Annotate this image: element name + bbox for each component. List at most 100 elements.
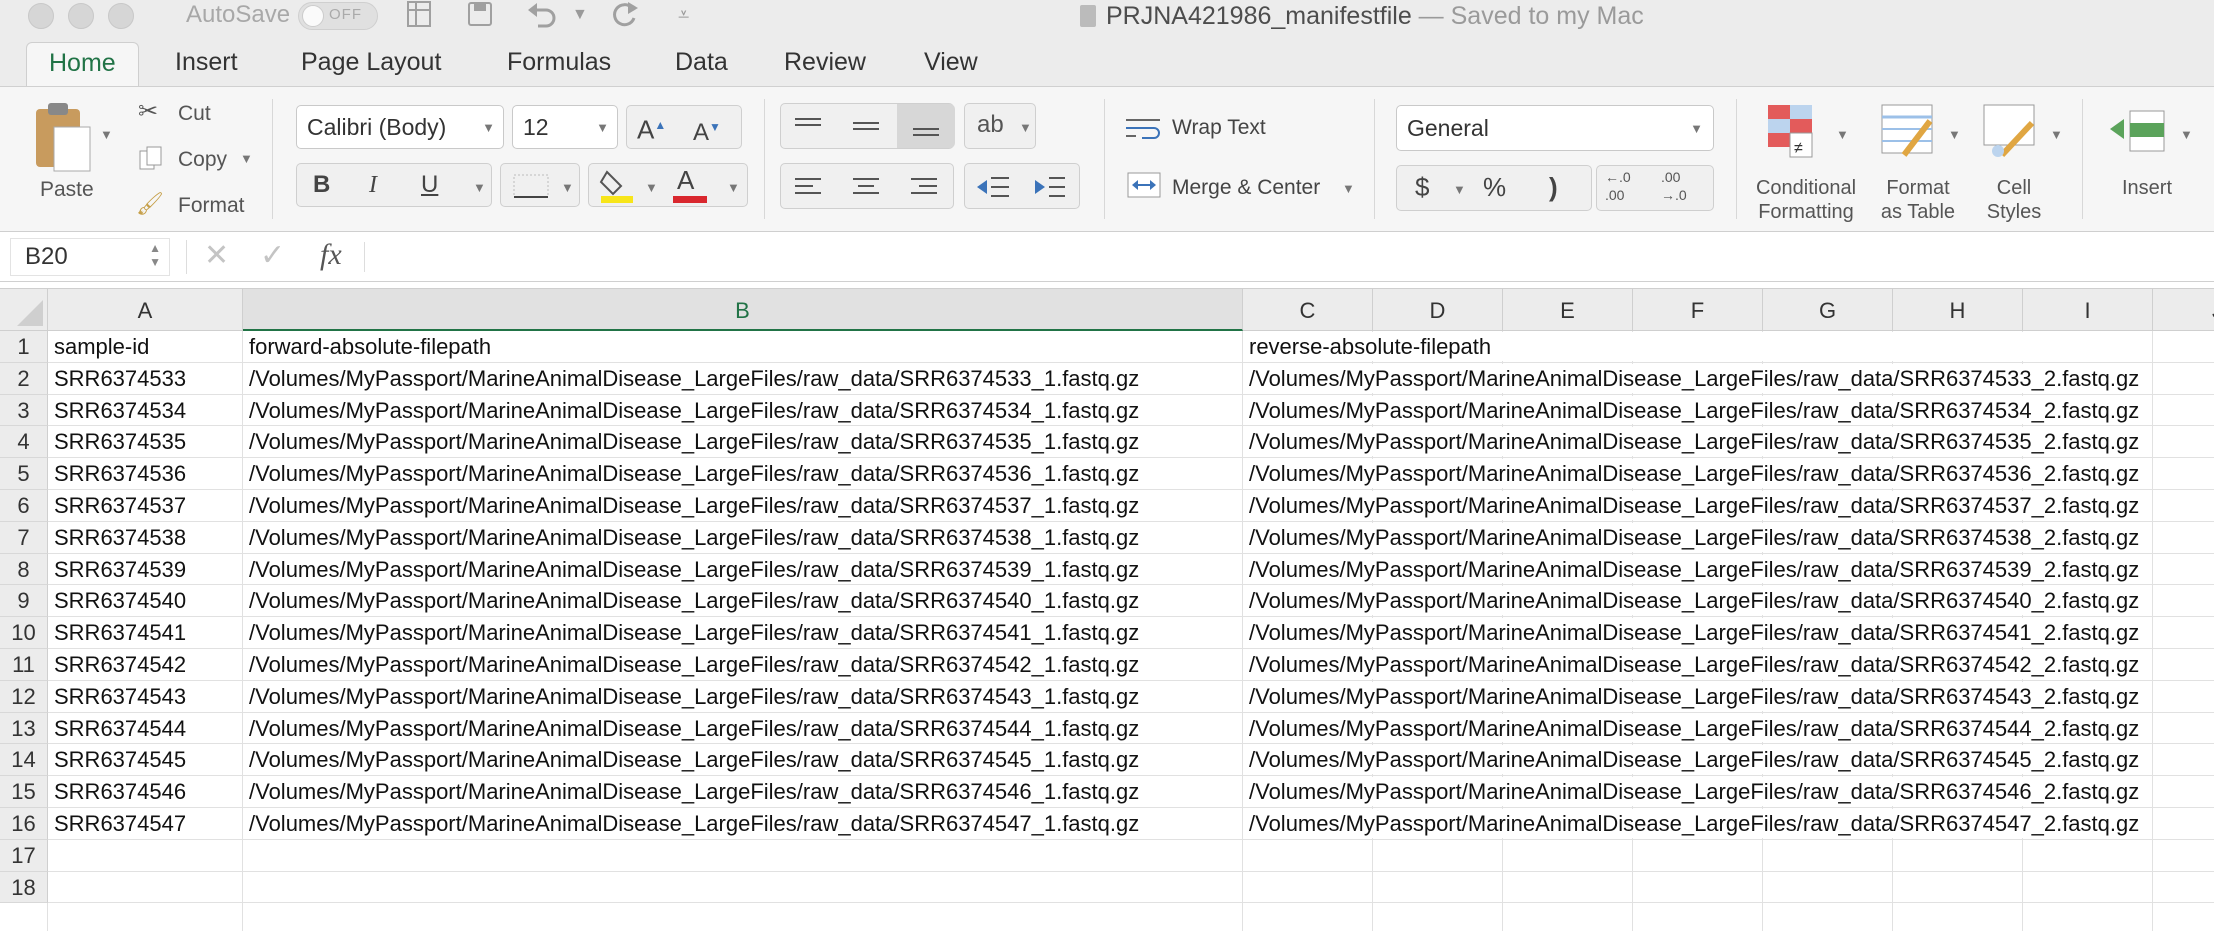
decrease-font-size-button[interactable]: A▼ [693,114,721,146]
tab-view[interactable]: View [924,44,978,80]
borders-button[interactable]: ▼ [500,163,580,207]
format-as-table-icon[interactable] [1880,103,1938,163]
row-header-8[interactable]: 8 [0,553,48,586]
cell-b10[interactable]: /Volumes/MyPassport/MarineAnimalDisease_… [243,617,1139,648]
column-header-i[interactable]: I [2023,289,2153,331]
cell-c2[interactable]: /Volumes/MyPassport/MarineAnimalDisease_… [1243,363,2139,394]
tab-insert[interactable]: Insert [175,44,238,80]
cell-b5[interactable]: /Volumes/MyPassport/MarineAnimalDisease_… [243,458,1139,489]
sheet-icon[interactable] [404,0,434,36]
cell-a2[interactable]: SRR6374533 [48,363,186,394]
tab-formulas[interactable]: Formulas [507,44,611,80]
cut-button[interactable]: Cut [178,101,211,127]
paste-button[interactable]: Paste [40,177,94,203]
cell-styles-label-1[interactable]: Cell [1982,175,2046,201]
cancel-edit-icon[interactable]: ✕ [204,238,229,274]
cell-a16[interactable]: SRR6374547 [48,808,186,839]
cell-c8[interactable]: /Volumes/MyPassport/MarineAnimalDisease_… [1243,554,2139,585]
comma-style-button[interactable]: ) [1549,174,1558,200]
row-header-18[interactable]: 18 [0,871,48,904]
cell-a14[interactable]: SRR6374545 [48,744,186,775]
cell-b14[interactable]: /Volumes/MyPassport/MarineAnimalDisease_… [243,744,1139,775]
cell-b6[interactable]: /Volumes/MyPassport/MarineAnimalDisease_… [243,490,1139,521]
row-header-5[interactable]: 5 [0,458,48,490]
cell-b16[interactable]: /Volumes/MyPassport/MarineAnimalDisease_… [243,808,1139,839]
underline-button[interactable]: U [421,172,438,198]
row-header-11[interactable]: 11 [0,649,48,681]
customize-toolbar-icon[interactable]: ⩡ [678,0,689,30]
row-header-16[interactable]: 16 [0,808,48,840]
row-header-2[interactable]: 2 [0,362,48,395]
cell-b7[interactable]: /Volumes/MyPassport/MarineAnimalDisease_… [243,522,1139,553]
insert-function-button[interactable]: fx [320,236,342,274]
cell-a6[interactable]: SRR6374537 [48,490,186,521]
cell-c6[interactable]: /Volumes/MyPassport/MarineAnimalDisease_… [1243,490,2139,521]
cell-b1[interactable]: forward-absolute-filepath [243,331,491,362]
cell-b12[interactable]: /Volumes/MyPassport/MarineAnimalDisease_… [243,681,1139,712]
paste-dropdown-icon[interactable]: ▼ [100,127,113,142]
column-header-h[interactable]: H [1893,289,2023,331]
copy-button[interactable]: Copy [178,147,227,173]
cell-c16[interactable]: /Volumes/MyPassport/MarineAnimalDisease_… [1243,808,2139,839]
copy-dropdown-icon[interactable]: ▼ [240,151,253,166]
italic-button[interactable]: I [369,172,377,198]
cell-styles-dropdown-icon[interactable]: ▼ [2050,127,2063,142]
cut-icon[interactable]: ✂ [138,99,158,125]
zoom-window-button[interactable] [108,3,134,29]
row-header-15[interactable]: 15 [0,776,48,808]
font-color-icon[interactable]: A [677,166,694,194]
format-painter-button[interactable]: Format [178,193,245,219]
cell-c1[interactable]: reverse-absolute-filepath [1243,331,1491,362]
align-bottom-button[interactable] [897,104,955,148]
conditional-formatting-label-2[interactable]: Formatting [1748,199,1864,225]
minimize-window-button[interactable] [68,3,94,29]
cell-a1[interactable]: sample-id [48,331,149,362]
cell-c4[interactable]: /Volumes/MyPassport/MarineAnimalDisease_… [1243,426,2139,457]
row-header-10[interactable]: 10 [0,617,48,649]
align-left-icon[interactable] [793,176,823,198]
conditional-formatting-icon[interactable]: ≠ [1766,103,1822,163]
font-name-dropdown[interactable]: Calibri (Body) ▼ [296,105,504,149]
undo-icon[interactable] [526,0,560,36]
row-header-1[interactable]: 1 [0,331,48,363]
row-header-13[interactable]: 13 [0,712,48,745]
cell-a8[interactable]: SRR6374539 [48,554,186,585]
cell-b3[interactable]: /Volumes/MyPassport/MarineAnimalDisease_… [243,395,1139,426]
copy-icon[interactable] [138,145,164,178]
row-header-4[interactable]: 4 [0,426,48,459]
row-header-12[interactable]: 12 [0,680,48,713]
cell-c11[interactable]: /Volumes/MyPassport/MarineAnimalDisease_… [1243,649,2139,680]
format-painter-icon[interactable]: 🖌 [136,191,164,217]
cell-b13[interactable]: /Volumes/MyPassport/MarineAnimalDisease_… [243,713,1139,744]
underline-dropdown-icon[interactable]: ▼ [473,180,486,195]
row-header-9[interactable]: 9 [0,585,48,618]
cell-a15[interactable]: SRR6374546 [48,776,186,807]
column-header-b[interactable]: B [243,289,1243,331]
insert-dropdown-icon[interactable]: ▼ [2180,127,2193,142]
select-all-button[interactable] [0,289,48,331]
insert-cells-button[interactable]: Insert [2122,175,2172,201]
cell-a12[interactable]: SRR6374543 [48,681,186,712]
font-color-dropdown-icon[interactable]: ▼ [727,180,740,195]
currency-dropdown-icon[interactable]: ▼ [1453,182,1466,197]
fill-color-icon[interactable] [599,168,635,209]
name-box-stepper-icon[interactable]: ▲ ▼ [149,241,161,269]
decrease-indent-icon[interactable] [975,174,1011,200]
wrap-text-icon[interactable] [1124,115,1164,141]
cell-a13[interactable]: SRR6374544 [48,713,186,744]
decrease-decimal-button[interactable]: .00 →.0 [1661,168,1687,204]
cell-b2[interactable]: /Volumes/MyPassport/MarineAnimalDisease_… [243,363,1139,394]
cell-c9[interactable]: /Volumes/MyPassport/MarineAnimalDisease_… [1243,585,2139,616]
cell-a10[interactable]: SRR6374541 [48,617,186,648]
align-top-icon[interactable] [793,116,823,136]
paste-icon[interactable] [26,101,96,175]
cell-a7[interactable]: SRR6374538 [48,522,186,553]
row-header-3[interactable]: 3 [0,394,48,427]
column-header-f[interactable]: F [1633,289,1763,331]
merge-center-button[interactable]: Merge & Center [1172,175,1320,201]
cell-a5[interactable]: SRR6374536 [48,458,186,489]
row-header-7[interactable]: 7 [0,521,48,554]
undo-dropdown-icon[interactable]: ▼ [572,0,588,30]
cell-styles-label-2[interactable]: Styles [1982,199,2046,225]
align-center-icon[interactable] [851,176,881,198]
